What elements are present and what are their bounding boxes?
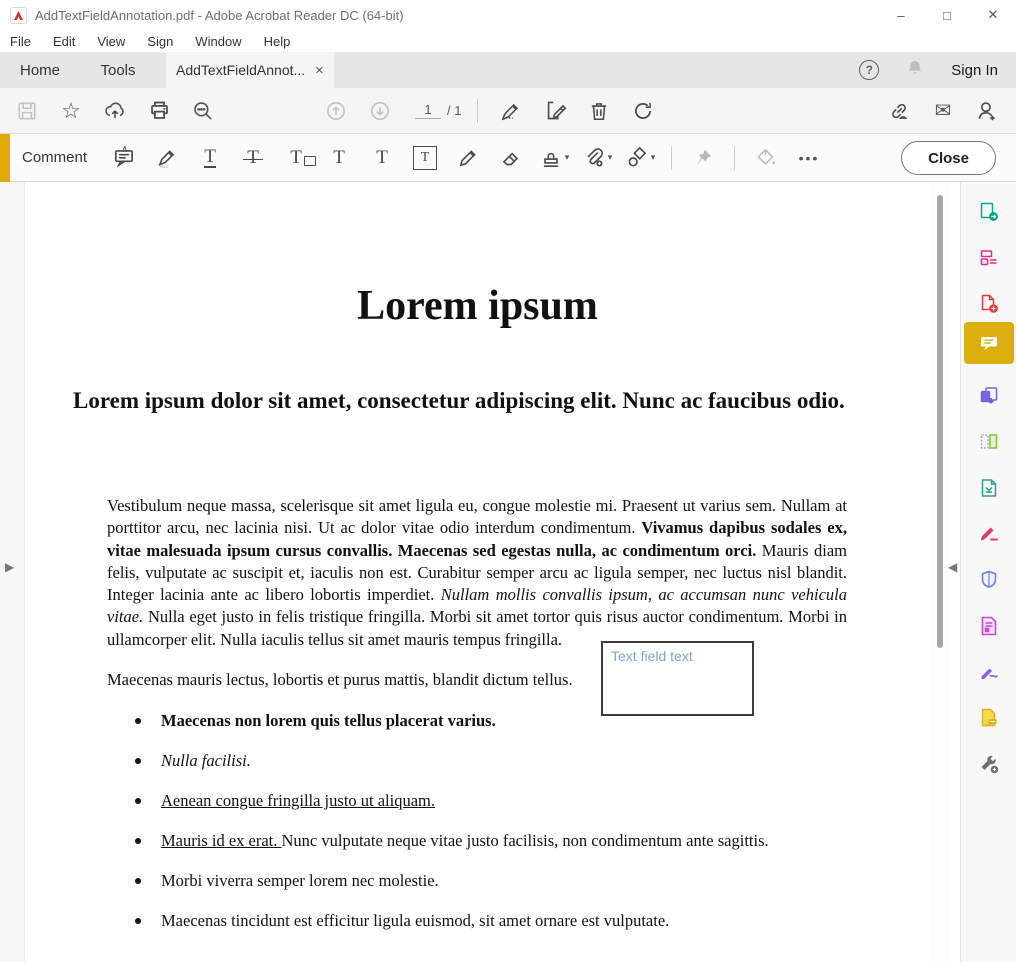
list-item: Maecenas tincidunt est efficitur ligula … [133, 910, 833, 932]
list-item: Morbi viverra semper lorem nec molestie. [133, 870, 833, 892]
save-icon[interactable] [10, 94, 44, 128]
document-area: ▶ Lorem ipsum Lorem ipsum dolor sit amet… [0, 182, 1016, 962]
list-item: Mauris id ex erat. Nunc vulputate neque … [133, 830, 833, 852]
collapse-right-panel-icon[interactable]: ◀ [948, 560, 957, 574]
tools-rail [960, 182, 1016, 962]
maximize-button[interactable]: □ [924, 0, 970, 30]
edit-page-icon[interactable] [538, 94, 572, 128]
organize-pages-icon[interactable] [972, 425, 1006, 459]
strikethrough-text-icon[interactable]: T [235, 140, 271, 176]
request-signatures-icon[interactable] [972, 655, 1006, 689]
pin-icon[interactable] [685, 140, 721, 176]
note-to-replace-text-icon[interactable]: T [278, 140, 314, 176]
shapes-dropdown-caret: ▾ [651, 152, 656, 163]
more-tools-icon[interactable] [972, 747, 1006, 781]
list-item: Nulla facilisi. [133, 750, 833, 772]
shapes-icon[interactable]: ▾ [622, 140, 658, 176]
document-heading: Lorem ipsum dolor sit amet, consectetur … [73, 385, 849, 417]
menu-sign[interactable]: Sign [147, 34, 173, 49]
next-page-icon[interactable] [363, 94, 397, 128]
protect-icon[interactable] [972, 563, 1006, 597]
review-comments-icon[interactable] [972, 701, 1006, 735]
tab-home[interactable]: Home [0, 52, 80, 88]
text-box-icon[interactable]: T [407, 140, 443, 176]
compress-pdf-icon[interactable] [972, 471, 1006, 505]
comment-toolbar: Comment T T T T∧ T T ▾ ▾ ▾ [0, 134, 1016, 182]
prepare-form-icon[interactable] [972, 609, 1006, 643]
fill-sign-icon[interactable] [972, 517, 1006, 551]
eraser-icon[interactable] [493, 140, 529, 176]
paragraph-1: Vestibulum neque massa, scelerisque sit … [107, 495, 847, 651]
comment-accent-bar [0, 134, 10, 182]
search-icon[interactable] [186, 94, 220, 128]
list-item: Maecenas non lorem quis tellus placerat … [133, 710, 833, 732]
delete-page-icon[interactable] [582, 94, 616, 128]
main-toolbar: ☆ 1 / 1 [0, 88, 1016, 134]
stamp-dropdown-caret: ▾ [565, 152, 570, 163]
email-icon[interactable]: ✉ [926, 94, 960, 128]
window-title: AddTextFieldAnnotation.pdf - Adobe Acrob… [35, 8, 404, 23]
combine-files-icon[interactable] [972, 379, 1006, 413]
acrobat-app-icon [10, 7, 27, 24]
close-comment-button[interactable]: Close [901, 141, 996, 175]
toolbar-divider [477, 99, 478, 123]
add-user-icon[interactable] [970, 94, 1004, 128]
title-bar: AddTextFieldAnnotation.pdf - Adobe Acrob… [0, 0, 1016, 30]
text-field-annotation[interactable]: Text field text [601, 641, 754, 716]
previous-page-icon[interactable] [319, 94, 353, 128]
more-options-icon[interactable]: ••• [791, 140, 827, 176]
close-tab-icon[interactable]: ✕ [315, 64, 324, 77]
draw-pencil-icon[interactable] [450, 140, 486, 176]
document-tab-label: AddTextFieldAnnot... [176, 62, 305, 78]
menu-window[interactable]: Window [195, 34, 241, 49]
scrollbar-thumb[interactable] [937, 195, 943, 648]
rotate-page-icon[interactable] [626, 94, 660, 128]
highlighter-icon[interactable] [149, 140, 185, 176]
edit-pdf-icon[interactable] [972, 241, 1006, 275]
sign-pen-icon[interactable] [494, 94, 528, 128]
attach-dropdown-caret: ▾ [608, 152, 613, 163]
close-window-button[interactable]: ✕ [970, 0, 1016, 30]
comment-tool-icon-active[interactable] [964, 322, 1014, 364]
pdf-page: Lorem ipsum Lorem ipsum dolor sit amet, … [25, 182, 930, 962]
stamp-icon[interactable]: ▾ [536, 140, 572, 176]
page-number-input[interactable]: 1 [415, 102, 441, 119]
notifications-bell-icon[interactable] [905, 58, 925, 83]
tab-bar: Home Tools AddTextFieldAnnot... ✕ ? Sign… [0, 52, 1016, 88]
menu-view[interactable]: View [97, 34, 125, 49]
comment-divider-2 [734, 146, 735, 170]
favorites-star-icon[interactable]: ☆ [54, 94, 88, 128]
menu-edit[interactable]: Edit [53, 34, 75, 49]
page-total-label: / 1 [447, 103, 461, 118]
list-item: Aenean congue fringilla justo ut aliquam… [133, 790, 833, 812]
fill-color-icon[interactable] [748, 140, 784, 176]
cloud-upload-icon[interactable] [98, 94, 132, 128]
comment-toolbar-label: Comment [22, 134, 87, 181]
share-link-icon[interactable] [882, 94, 916, 128]
menu-help[interactable]: Help [264, 34, 291, 49]
text-field-value: Text field text [611, 648, 693, 664]
menu-file[interactable]: File [10, 34, 31, 49]
underline-text-icon[interactable]: T [192, 140, 228, 176]
menu-bar: File Edit View Sign Window Help [0, 30, 1016, 52]
tab-document[interactable]: AddTextFieldAnnot... ✕ [166, 52, 334, 88]
expand-left-panel-icon[interactable]: ▶ [5, 560, 14, 574]
document-title: Lorem ipsum [25, 282, 930, 330]
tab-tools[interactable]: Tools [80, 52, 156, 88]
add-text-comment-icon[interactable]: T [364, 140, 400, 176]
export-pdf-icon[interactable] [972, 195, 1006, 229]
create-pdf-icon[interactable] [972, 287, 1006, 321]
attach-file-icon[interactable]: ▾ [579, 140, 615, 176]
vertical-scrollbar[interactable] [930, 182, 950, 962]
minimize-button[interactable]: – [878, 0, 924, 30]
insert-text-icon[interactable]: T∧ [321, 140, 357, 176]
help-icon[interactable]: ? [859, 60, 879, 80]
bullet-list: Maecenas non lorem quis tellus placerat … [133, 710, 833, 950]
print-icon[interactable] [142, 94, 176, 128]
sign-in-button[interactable]: Sign In [951, 62, 998, 79]
comment-divider [671, 146, 672, 170]
